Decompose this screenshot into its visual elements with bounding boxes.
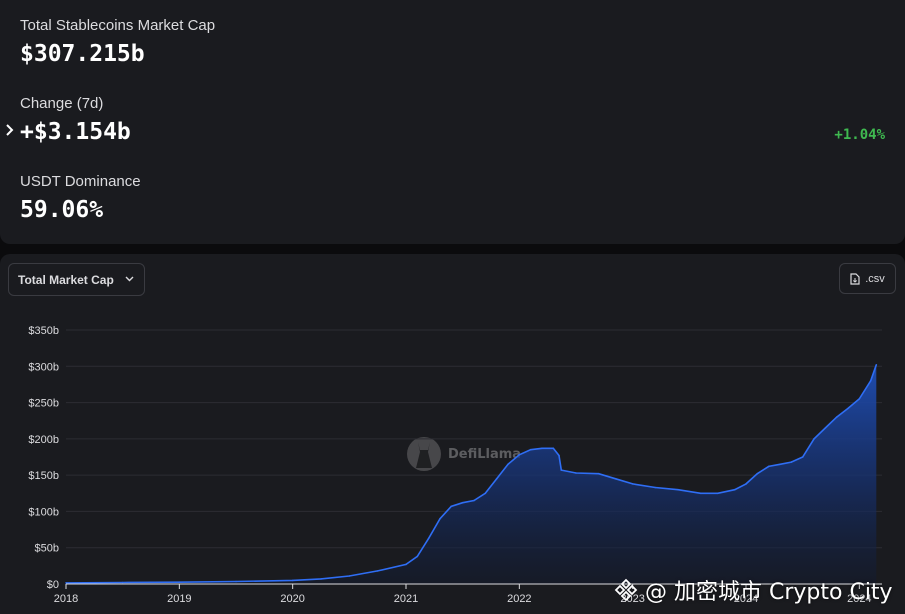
data-point (575, 472, 577, 474)
data-point (813, 438, 815, 440)
data-point (552, 447, 555, 450)
x-tick-label: 2021 (394, 593, 418, 605)
data-point (790, 461, 793, 463)
data-point (416, 555, 419, 558)
data-point (427, 537, 430, 540)
data-point (824, 427, 827, 429)
binance-logo-icon (614, 578, 638, 602)
data-point (745, 483, 747, 485)
data-point (631, 483, 634, 485)
data-point (801, 456, 804, 458)
x-tick-label: 2022 (507, 593, 531, 605)
data-point (541, 447, 543, 450)
data-point (614, 478, 617, 480)
data-point (121, 581, 124, 584)
x-tick-label: 2020 (280, 593, 304, 605)
data-point (235, 580, 237, 583)
data-point (405, 563, 407, 566)
x-tick-label: 2019 (167, 593, 191, 605)
data-point (558, 454, 560, 457)
data-point (376, 570, 379, 572)
data-point (869, 380, 872, 382)
x-tick-label: 2018 (54, 593, 78, 605)
data-point (291, 579, 294, 582)
data-point (473, 499, 475, 502)
market-cap-area (66, 364, 877, 584)
data-point (348, 575, 351, 577)
data-point (495, 478, 498, 480)
data-point (847, 407, 849, 410)
data-point (858, 398, 861, 400)
data-point (178, 581, 181, 583)
data-point (699, 492, 702, 495)
y-tick-label: $300b (28, 361, 59, 373)
y-tick-label: $50b (35, 543, 59, 555)
data-point (767, 465, 770, 468)
data-point (65, 582, 67, 584)
data-point (439, 517, 441, 520)
data-point (450, 505, 453, 508)
y-tick-label: $350b (28, 325, 59, 337)
market-cap-chart: $0 $50b $100b $150b $200b $250b $300b $350b 201… (28, 325, 882, 605)
crypto-city-watermark-text: @ 加密城市 Crypto City (645, 580, 893, 605)
data-point (320, 578, 322, 580)
data-point (875, 364, 878, 366)
data-point (518, 454, 521, 456)
y-tick-label: $250b (28, 398, 59, 410)
data-point (484, 492, 487, 495)
y-tick-label: $200b (28, 434, 59, 446)
data-point (716, 492, 719, 495)
data-point (779, 463, 781, 466)
data-point (597, 472, 600, 475)
data-point (560, 469, 563, 471)
y-tick-label: $0 (47, 579, 59, 591)
data-point (835, 416, 838, 418)
y-tick-label: $150b (28, 470, 59, 482)
data-point (756, 472, 759, 475)
y-tick-label: $100b (28, 506, 59, 518)
data-point (507, 463, 509, 466)
data-point (461, 501, 464, 504)
data-point (733, 488, 736, 491)
data-point (677, 488, 679, 491)
crypto-city-watermark: @ 加密城市 Crypto City (613, 574, 893, 606)
data-point (529, 448, 532, 451)
data-point (654, 486, 657, 489)
